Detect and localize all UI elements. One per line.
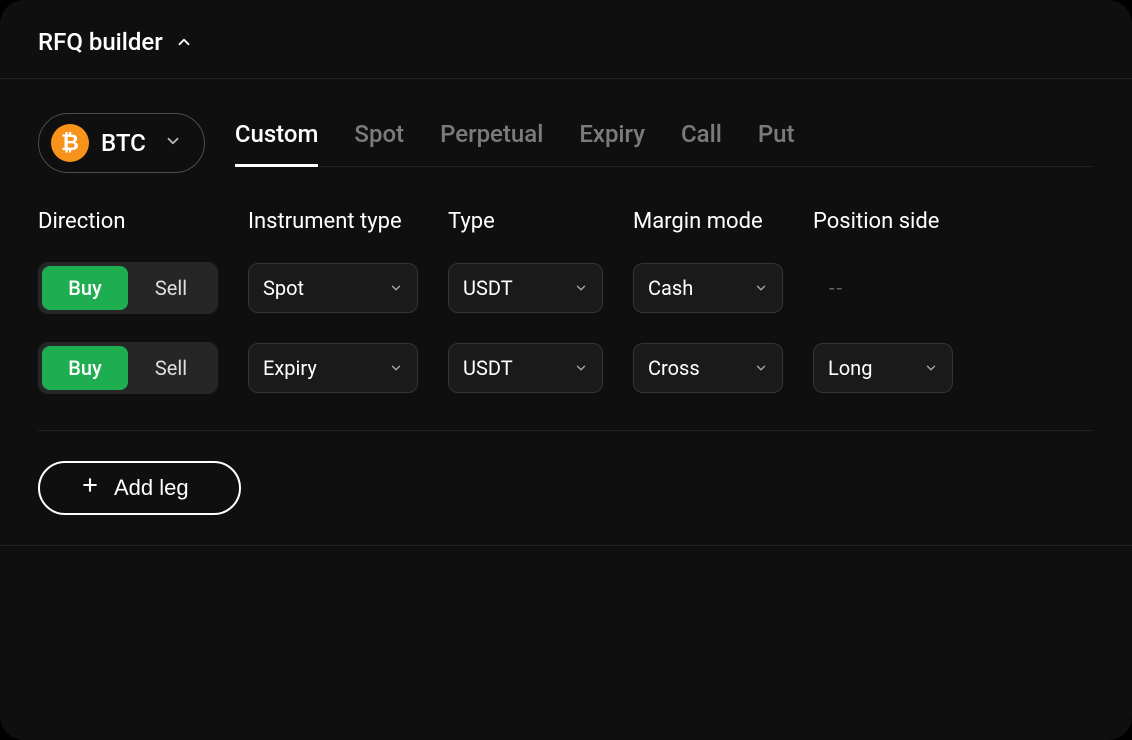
type-value: USDT [463, 356, 513, 380]
chevron-down-icon [754, 276, 768, 300]
type-select[interactable]: USDT [448, 343, 603, 393]
plus-icon [80, 475, 100, 501]
chevron-down-icon [924, 356, 938, 380]
margin-mode-select[interactable]: Cross [633, 343, 783, 393]
panel-title: RFQ builder [38, 28, 163, 56]
chevron-up-icon [175, 33, 193, 51]
chevron-down-icon [574, 356, 588, 380]
panel-header[interactable]: RFQ builder [0, 0, 1132, 79]
header-margin: Margin mode [633, 209, 813, 234]
margin-mode-select[interactable]: Cash [633, 263, 783, 313]
asset-symbol: BTC [101, 129, 146, 157]
leg-row: Buy Sell Expiry USDT Cross Long [38, 342, 1094, 394]
position-side-value: Long [828, 356, 872, 380]
sell-button[interactable]: Sell [128, 346, 214, 390]
position-side-empty: -- [813, 276, 844, 300]
margin-mode-value: Cross [648, 356, 700, 380]
tab-put[interactable]: Put [758, 120, 795, 167]
tab-custom[interactable]: Custom [235, 120, 319, 167]
tab-perpetual[interactable]: Perpetual [440, 120, 543, 167]
legs-container: Buy Sell Spot USDT Cash -- Buy Sell [0, 262, 1132, 431]
instrument-type-value: Spot [263, 276, 304, 300]
rfq-builder-panel: RFQ builder ₿ BTC Custom Spot Perpetual … [0, 0, 1132, 740]
bitcoin-icon: ₿ [51, 124, 89, 162]
add-leg-label: Add leg [114, 475, 189, 501]
tab-spot[interactable]: Spot [354, 120, 404, 167]
instrument-type-value: Expiry [263, 356, 317, 380]
chevron-down-icon [754, 356, 768, 380]
instrument-type-select[interactable]: Spot [248, 263, 418, 313]
sell-button[interactable]: Sell [128, 266, 214, 310]
buy-button[interactable]: Buy [42, 346, 128, 390]
header-type: Type [448, 209, 633, 234]
buy-button[interactable]: Buy [42, 266, 128, 310]
direction-toggle: Buy Sell [38, 342, 218, 394]
position-side-select[interactable]: Long [813, 343, 953, 393]
chevron-down-icon [164, 132, 182, 154]
add-leg-section: Add leg [0, 431, 1132, 546]
direction-toggle: Buy Sell [38, 262, 218, 314]
tab-expiry[interactable]: Expiry [579, 120, 645, 167]
chevron-down-icon [389, 276, 403, 300]
strategy-tabs: Custom Spot Perpetual Expiry Call Put [235, 120, 1094, 167]
column-headers: Direction Instrument type Type Margin mo… [0, 173, 1132, 234]
add-leg-button[interactable]: Add leg [38, 461, 241, 515]
chevron-down-icon [389, 356, 403, 380]
asset-selector[interactable]: ₿ BTC [38, 113, 205, 173]
leg-row: Buy Sell Spot USDT Cash -- [38, 262, 1094, 314]
header-instrument: Instrument type [248, 209, 448, 234]
chevron-down-icon [574, 276, 588, 300]
header-position: Position side [813, 209, 993, 234]
type-select[interactable]: USDT [448, 263, 603, 313]
tab-call[interactable]: Call [681, 120, 722, 167]
margin-mode-value: Cash [648, 276, 693, 300]
type-value: USDT [463, 276, 513, 300]
header-direction: Direction [38, 209, 248, 234]
instrument-type-select[interactable]: Expiry [248, 343, 418, 393]
top-controls-row: ₿ BTC Custom Spot Perpetual Expiry Call … [0, 79, 1132, 173]
